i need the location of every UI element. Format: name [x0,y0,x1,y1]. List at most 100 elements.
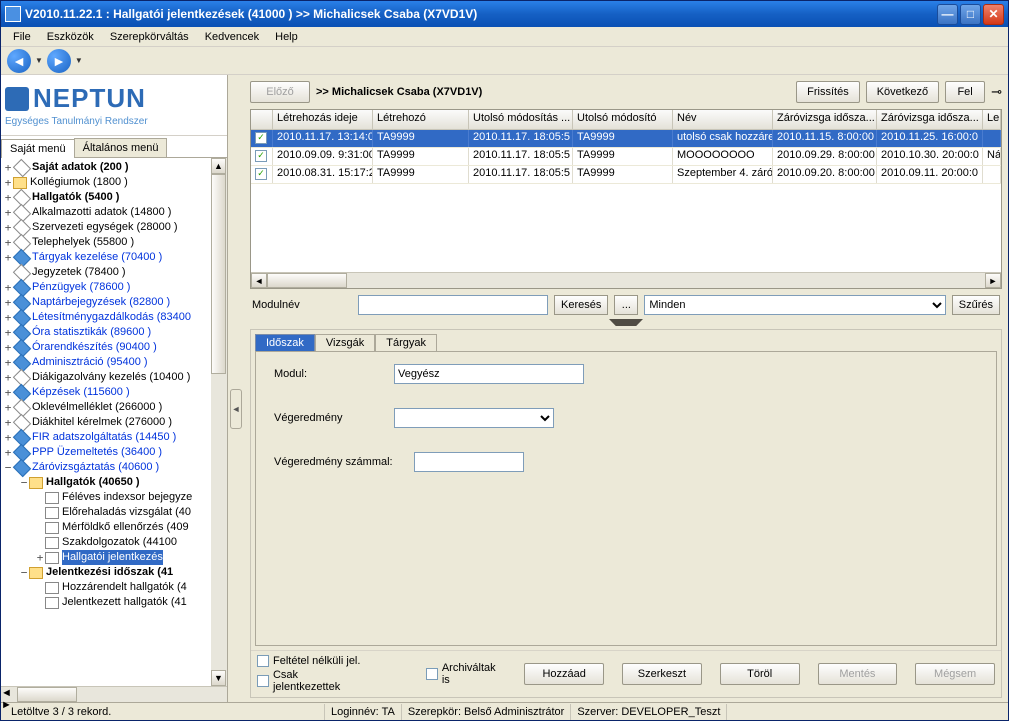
tree-item[interactable]: +Tárgyak kezelése (70400 ) [3,250,209,265]
tree-item[interactable]: +Képzések (115600 ) [3,385,209,400]
expand-icon[interactable]: − [19,565,29,580]
expand-icon[interactable]: + [3,415,13,430]
grid-scroll-thumb[interactable] [267,273,347,288]
expand-icon[interactable]: + [3,175,13,190]
tree-item[interactable]: −Hallgatók (40650 ) [3,475,209,490]
save-button[interactable]: Mentés [818,663,898,685]
row-checkbox[interactable]: ✓ [255,168,267,180]
tree-item[interactable]: +Szervezeti egységek (28000 ) [3,220,209,235]
menu-tools[interactable]: Eszközök [39,29,102,45]
tree-item[interactable]: +Kollégiumok (1800 ) [3,175,209,190]
tree-item[interactable]: +Alkalmazotti adatok (14800 ) [3,205,209,220]
column-header[interactable]: Létrehozás ideje [273,110,373,129]
pin-icon[interactable]: ⊸ [991,84,1002,100]
column-header[interactable]: Létrehozó [373,110,469,129]
tree-item[interactable]: +Hallgatók (5400 ) [3,190,209,205]
table-row[interactable]: ✓2010.11.17. 13:14:0TA99992010.11.17. 18… [251,130,1001,148]
tree-item[interactable]: +FIR adatszolgáltatás (14450 ) [3,430,209,445]
tree-scroll-thumb[interactable] [211,174,226,374]
nav-back-dropdown[interactable]: ▼ [35,56,43,65]
cancel-button[interactable]: Mégsem [915,663,995,685]
expand-icon[interactable]: + [3,445,13,460]
tree-scroll-up[interactable]: ▲ [211,158,226,174]
tree-item[interactable]: +PPP Üzemeltetés (36400 ) [3,445,209,460]
minimize-button[interactable]: — [937,4,958,25]
nav-back-button[interactable]: ◄ [7,49,31,73]
tab-targyak[interactable]: Tárgyak [375,334,437,351]
tree-hscroll[interactable]: ◄ ► [1,686,227,702]
browse-button[interactable]: ... [614,295,638,315]
filter-dropdown[interactable]: Minden [644,295,945,315]
tree-item[interactable]: +Naptárbejegyzések (82800 ) [3,295,209,310]
grid-scroll-left[interactable]: ◄ [251,273,267,288]
expand-icon[interactable]: + [3,310,13,325]
expand-icon[interactable]: + [3,340,13,355]
nav-forward-dropdown[interactable]: ▼ [75,56,83,65]
tree-item[interactable]: +Óra statisztikák (89600 ) [3,325,209,340]
expand-icon[interactable]: + [3,280,13,295]
tree-item[interactable]: +Pénzügyek (78600 ) [3,280,209,295]
up-button[interactable]: Fel [945,81,985,103]
expand-icon[interactable]: + [3,370,13,385]
filter-button[interactable]: Szűrés [952,295,1000,315]
chk-feltetel-nelkuli[interactable]: Feltétel nélküli jel. [257,655,368,667]
tree-item[interactable]: +Órarendkészítés (90400 ) [3,340,209,355]
tree-item[interactable]: −Jelentkezési időszak (41 [3,565,209,580]
tree-item[interactable]: Jegyzetek (78400 ) [3,265,209,280]
tree-item[interactable]: +Telephelyek (55800 ) [3,235,209,250]
tree-item[interactable]: +Hallgatói jelentkezés [3,550,209,565]
tree-item[interactable]: Szakdolgozatok (44100 [3,535,209,550]
menu-favorites[interactable]: Kedvencek [197,29,267,45]
expand-icon[interactable]: − [3,460,13,475]
column-header[interactable] [251,110,273,129]
tree-item[interactable]: Előrehaladás vizsgálat (40 [3,505,209,520]
expand-icon[interactable]: + [3,430,13,445]
tab-idoszak[interactable]: Időszak [255,334,315,351]
add-button[interactable]: Hozzáad [524,663,604,685]
row-checkbox[interactable]: ✓ [255,132,267,144]
expand-icon[interactable]: + [3,235,13,250]
tree-item[interactable]: +Létesítménygazdálkodás (83400 [3,310,209,325]
menu-role[interactable]: Szerepkörváltás [102,29,197,45]
expand-icon[interactable]: + [3,205,13,220]
expand-icon[interactable]: + [3,250,13,265]
vegeredmeny-select[interactable] [394,408,554,428]
tree-item[interactable]: +Oklevélmelléklet (266000 ) [3,400,209,415]
column-header[interactable]: Le [983,110,1001,129]
expand-icon[interactable]: + [3,355,13,370]
column-header[interactable]: Utolsó módosítás ... [469,110,573,129]
search-button[interactable]: Keresés [554,295,608,315]
grid-scroll-right[interactable]: ► [985,273,1001,288]
expand-icon[interactable]: + [3,160,13,175]
delete-button[interactable]: Töröl [720,663,800,685]
tree-item[interactable]: +Diákhitel kérelmek (276000 ) [3,415,209,430]
table-row[interactable]: ✓2010.09.09. 9:31:00TA99992010.11.17. 18… [251,148,1001,166]
prev-button[interactable]: Előző [250,81,310,103]
edit-button[interactable]: Szerkeszt [622,663,702,685]
expand-icon[interactable]: + [3,400,13,415]
column-header[interactable]: Záróvizsga idősza... [877,110,983,129]
modulnev-input[interactable] [358,295,548,315]
expand-icon[interactable]: + [35,550,45,565]
modul-field-input[interactable] [394,364,584,384]
menu-help[interactable]: Help [267,29,306,45]
tree-item[interactable]: Jelentkezett hallgatók (41 [3,595,209,610]
tree-hscroll-thumb[interactable] [17,687,77,702]
tree-item[interactable]: +Adminisztráció (95400 ) [3,355,209,370]
tree-item[interactable]: −Záróvizsgáztatás (40600 ) [3,460,209,475]
tree-item[interactable]: +Saját adatok (200 ) [3,160,209,175]
tree-item[interactable]: +Diákigazolvány kezelés (10400 ) [3,370,209,385]
next-button[interactable]: Következő [866,81,939,103]
vegeredmeny-szam-input[interactable] [414,452,524,472]
expand-icon[interactable]: + [3,295,13,310]
collapse-handle[interactable]: ◄ [230,389,242,429]
tree-scroll-down[interactable]: ▼ [211,670,226,686]
tree-item[interactable]: Féléves indexsor bejegyze [3,490,209,505]
refresh-button[interactable]: Frissítés [796,81,860,103]
tab-vizsgak[interactable]: Vizsgák [315,334,375,351]
column-header[interactable]: Záróvizsga idősza... [773,110,877,129]
table-row[interactable]: ✓2010.08.31. 15:17:2TA99992010.11.17. 18… [251,166,1001,184]
tree-tab-own[interactable]: Saját menü [1,139,75,158]
tree-tab-general[interactable]: Általános menü [74,138,168,157]
tree-item[interactable]: Mérföldkő ellenőrzés (409 [3,520,209,535]
